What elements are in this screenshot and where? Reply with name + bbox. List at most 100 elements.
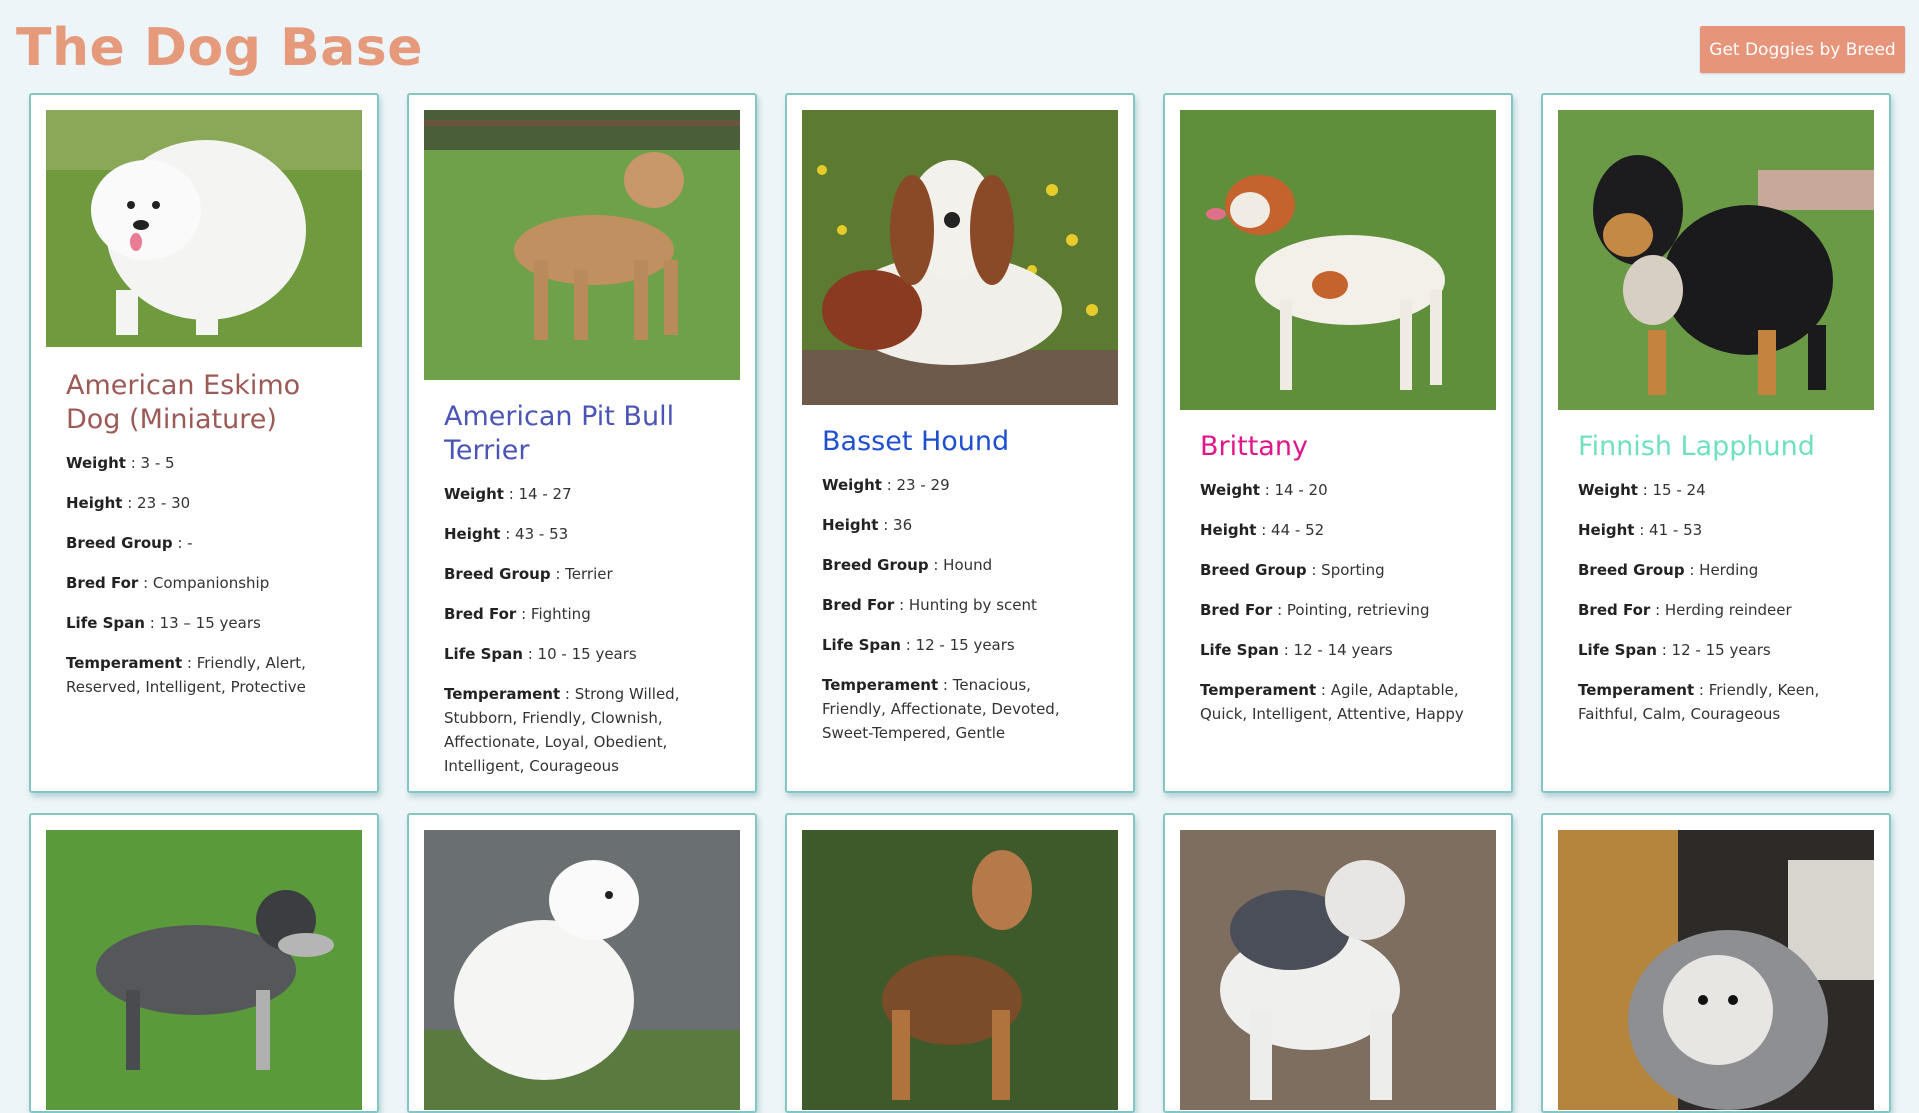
dog-photo: [424, 110, 740, 380]
temperament-row: Temperament : Friendly, Alert, Reserved,…: [66, 651, 342, 699]
temperament-label: Temperament: [66, 654, 183, 672]
life-span-row: Life Span : 12 - 14 years: [1200, 638, 1476, 662]
weight-value: : 14 - 20: [1259, 481, 1328, 499]
temperament-row: Temperament : Strong Willed, Stubborn, F…: [444, 682, 720, 778]
weight-value: : 23 - 29: [881, 476, 950, 494]
bred-for-label: Bred For: [444, 605, 517, 623]
life-span-value: : 13 – 15 years: [144, 614, 261, 632]
life-span-row: Life Span : 12 - 15 years: [1578, 638, 1854, 662]
dog-name: Basset Hound: [822, 426, 1010, 457]
bred-for-value: : Companionship: [138, 574, 270, 592]
breed-group-label: Breed Group: [444, 565, 551, 583]
breed-group-row: Breed Group : Terrier: [444, 562, 720, 586]
height-row: Height : 43 - 53: [444, 522, 720, 546]
dog-photo: [1558, 110, 1874, 410]
breed-group-row: Breed Group : Sporting: [1200, 558, 1476, 582]
height-label: Height: [66, 494, 123, 512]
dog-card[interactable]: Brittany Weight : 14 - 20 Height : 44 - …: [1163, 93, 1513, 793]
life-span-label: Life Span: [66, 614, 145, 632]
weight-row: Weight : 14 - 27: [444, 482, 720, 506]
breed-group-value: : Sporting: [1306, 561, 1385, 579]
dog-photo: [46, 110, 362, 347]
dog-photo: [1180, 110, 1496, 410]
dog-card[interactable]: American Eskimo Dog (Miniature) Weight :…: [29, 93, 379, 793]
dog-photo: [1180, 830, 1496, 1110]
height-value: : 36: [878, 516, 913, 534]
life-span-row: Life Span : 10 - 15 years: [444, 642, 720, 666]
temperament-row: Temperament : Tenacious, Friendly, Affec…: [822, 673, 1098, 745]
height-value: : 41 - 53: [1634, 521, 1703, 539]
temperament-label: Temperament: [1200, 681, 1317, 699]
height-value: : 23 - 30: [122, 494, 191, 512]
bred-for-label: Bred For: [822, 596, 895, 614]
weight-value: : 15 - 24: [1637, 481, 1706, 499]
dog-card[interactable]: [1541, 813, 1891, 1113]
life-span-value: : 12 - 15 years: [1656, 641, 1771, 659]
dog-photo: [802, 110, 1118, 405]
life-span-value: : 10 - 15 years: [522, 645, 637, 663]
life-span-row: Life Span : 13 – 15 years: [66, 611, 342, 635]
site-title: The Dog Base: [16, 18, 424, 78]
bred-for-row: Bred For : Pointing, retrieving: [1200, 598, 1476, 622]
height-row: Height : 36: [822, 513, 1098, 537]
life-span-label: Life Span: [822, 636, 901, 654]
bred-for-value: : Hunting by scent: [894, 596, 1037, 614]
breed-group-label: Breed Group: [1200, 561, 1307, 579]
dog-name: Brittany: [1200, 431, 1308, 462]
get-doggies-by-breed-button[interactable]: Get Doggies by Breed: [1700, 26, 1905, 73]
dog-card[interactable]: [29, 813, 379, 1113]
breed-group-value: : Terrier: [550, 565, 613, 583]
dog-card[interactable]: [1163, 813, 1513, 1113]
breed-group-label: Breed Group: [66, 534, 173, 552]
dog-card[interactable]: [407, 813, 757, 1113]
height-label: Height: [1200, 521, 1257, 539]
height-value: : 44 - 52: [1256, 521, 1325, 539]
life-span-value: : 12 - 15 years: [900, 636, 1015, 654]
breed-group-value: : -: [172, 534, 193, 552]
dog-card[interactable]: Finnish Lapphund Weight : 15 - 24 Height…: [1541, 93, 1891, 793]
dog-card[interactable]: American Pit Bull Terrier Weight : 14 - …: [407, 93, 757, 793]
life-span-value: : 12 - 14 years: [1278, 641, 1393, 659]
breed-group-label: Breed Group: [822, 556, 929, 574]
bred-for-value: : Fighting: [516, 605, 591, 623]
breed-group-value: : Herding: [1684, 561, 1759, 579]
dog-name: American Pit Bull Terrier: [444, 401, 675, 466]
dog-name: Finnish Lapphund: [1578, 431, 1815, 462]
bred-for-row: Bred For : Fighting: [444, 602, 720, 626]
bred-for-value: : Pointing, retrieving: [1272, 601, 1430, 619]
life-span-label: Life Span: [444, 645, 523, 663]
temperament-row: Temperament : Agile, Adaptable, Quick, I…: [1200, 678, 1476, 726]
weight-row: Weight : 15 - 24: [1578, 478, 1854, 502]
weight-label: Weight: [822, 476, 882, 494]
dog-card-grid: American Eskimo Dog (Miniature) Weight :…: [29, 93, 1899, 1113]
weight-label: Weight: [66, 454, 126, 472]
dog-card[interactable]: Basset Hound Weight : 23 - 29 Height : 3…: [785, 93, 1135, 793]
temperament-label: Temperament: [1578, 681, 1695, 699]
breed-group-value: : Hound: [928, 556, 993, 574]
header: The Dog Base Get Doggies by Breed: [0, 0, 1919, 92]
bred-for-label: Bred For: [1200, 601, 1273, 619]
height-row: Height : 23 - 30: [66, 491, 342, 515]
dog-photo: [1558, 830, 1874, 1110]
breed-group-row: Breed Group : -: [66, 531, 342, 555]
breed-group-row: Breed Group : Hound: [822, 553, 1098, 577]
weight-label: Weight: [1578, 481, 1638, 499]
dog-photo: [46, 830, 362, 1110]
bred-for-value: : Herding reindeer: [1650, 601, 1792, 619]
height-row: Height : 44 - 52: [1200, 518, 1476, 542]
weight-label: Weight: [444, 485, 504, 503]
dog-photo: [802, 830, 1118, 1110]
bred-for-row: Bred For : Herding reindeer: [1578, 598, 1854, 622]
bred-for-label: Bred For: [1578, 601, 1651, 619]
breed-group-row: Breed Group : Herding: [1578, 558, 1854, 582]
weight-row: Weight : 23 - 29: [822, 473, 1098, 497]
dog-card[interactable]: [785, 813, 1135, 1113]
temperament-label: Temperament: [822, 676, 939, 694]
temperament-label: Temperament: [444, 685, 561, 703]
height-row: Height : 41 - 53: [1578, 518, 1854, 542]
weight-row: Weight : 14 - 20: [1200, 478, 1476, 502]
weight-label: Weight: [1200, 481, 1260, 499]
bred-for-label: Bred For: [66, 574, 139, 592]
life-span-label: Life Span: [1200, 641, 1279, 659]
life-span-label: Life Span: [1578, 641, 1657, 659]
